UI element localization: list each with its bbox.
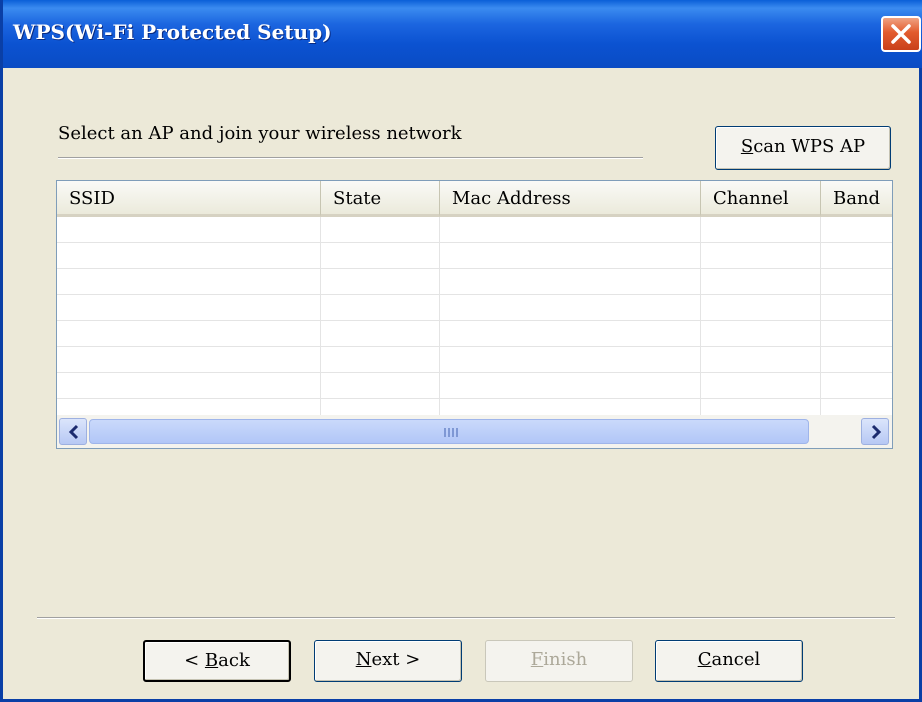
cancel-button[interactable]: Cancel — [655, 640, 803, 682]
scroll-right-button[interactable] — [861, 418, 889, 445]
grip-icon — [444, 428, 458, 437]
next-button[interactable]: Next > — [314, 640, 462, 682]
column-header-ssid[interactable]: SSID — [57, 181, 321, 217]
title-bar[interactable]: WPS(Wi-Fi Protected Setup) — [3, 0, 922, 68]
horizontal-scrollbar[interactable] — [57, 415, 892, 448]
back-button[interactable]: < Back — [143, 640, 291, 682]
chevron-left-icon — [68, 424, 79, 440]
instruction-label: Select an AP and join your wireless netw… — [58, 123, 462, 144]
column-header-channel[interactable]: Channel — [701, 181, 821, 217]
column-divider — [700, 217, 701, 417]
column-divider — [439, 217, 440, 417]
table-row — [57, 269, 892, 295]
table-row — [57, 373, 892, 399]
table-row — [57, 321, 892, 347]
column-header-band[interactable]: Band — [821, 181, 892, 217]
scan-wps-ap-button[interactable]: Scan WPS AP — [715, 126, 891, 170]
column-header-state[interactable]: State — [321, 181, 440, 217]
ap-list-body[interactable] — [57, 217, 892, 425]
table-row — [57, 347, 892, 373]
finish-button: Finish — [485, 640, 633, 682]
scrollbar-thumb[interactable] — [89, 419, 809, 444]
column-divider — [320, 217, 321, 417]
group-divider — [58, 157, 643, 159]
table-row — [57, 295, 892, 321]
ap-list-header: SSID State Mac Address Channel Band — [57, 181, 892, 217]
chevron-right-icon — [871, 424, 882, 440]
table-row — [57, 217, 892, 243]
ap-list[interactable]: SSID State Mac Address Channel Band — [56, 180, 893, 449]
close-icon — [891, 24, 911, 44]
wps-dialog: WPS(Wi-Fi Protected Setup) Select an AP … — [0, 0, 922, 702]
window-title: WPS(Wi-Fi Protected Setup) — [13, 20, 332, 44]
table-row — [57, 243, 892, 269]
scroll-left-button[interactable] — [59, 418, 87, 445]
column-header-mac-address[interactable]: Mac Address — [440, 181, 701, 217]
column-divider — [820, 217, 821, 417]
close-button[interactable] — [881, 16, 921, 52]
footer-divider — [37, 617, 895, 619]
